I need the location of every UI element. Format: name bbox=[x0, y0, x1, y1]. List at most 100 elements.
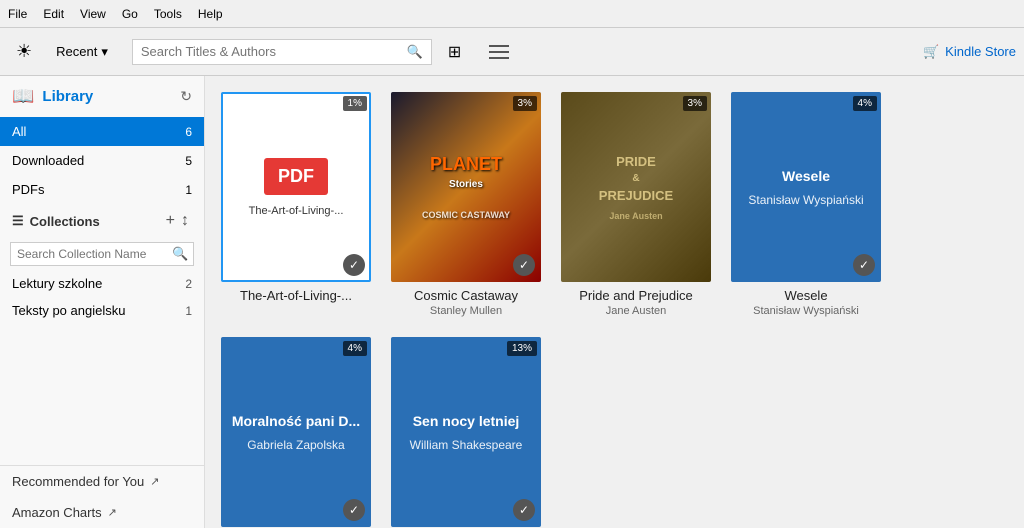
books-content: PDF The-Art-of-Living-... 1% ✓ The-Art-o… bbox=[205, 76, 1024, 528]
percent-badge-1: 3% bbox=[513, 96, 537, 111]
recommended-label: Recommended for You bbox=[12, 474, 144, 489]
menu-bar: File Edit View Go Tools Help bbox=[0, 0, 1024, 28]
external-link-icon: ↗ bbox=[150, 475, 159, 488]
book-cover-wrapper-wesele: Wesele Stanisław Wyspiański 4% ✓ bbox=[731, 92, 881, 282]
nav-all-label: All bbox=[12, 124, 26, 139]
percent-badge-0: 1% bbox=[343, 96, 367, 111]
theme-button[interactable]: ☀ bbox=[8, 37, 40, 66]
book-cover-moralnosc: Moralność pani D... Gabriela Zapolska bbox=[221, 337, 371, 527]
collection-search-icon: 🔍 bbox=[172, 246, 188, 262]
book-info-wesele: Wesele Stanisław Wyspiański bbox=[731, 288, 881, 317]
chevron-down-icon: ▾ bbox=[101, 44, 108, 60]
add-collection-button[interactable]: + bbox=[163, 212, 178, 230]
book-cover-author-moralnosc: Gabriela Zapolska bbox=[247, 438, 344, 452]
book-card-pdf[interactable]: PDF The-Art-of-Living-... 1% ✓ The-Art-o… bbox=[221, 92, 371, 317]
book-cover-author-sen: William Shakespeare bbox=[410, 438, 523, 452]
pdf-filename: The-Art-of-Living-... bbox=[241, 205, 352, 217]
refresh-icon[interactable]: ↻ bbox=[180, 88, 192, 105]
main-layout: 📖 Library ↻ All 6 Downloaded 5 PDFs 1 ☰ … bbox=[0, 76, 1024, 528]
menu-view[interactable]: View bbox=[80, 7, 106, 21]
book-icon: 📖 bbox=[12, 86, 34, 107]
book-author-wesele: Stanisław Wyspiański bbox=[731, 305, 881, 317]
nav-downloaded[interactable]: Downloaded 5 bbox=[0, 146, 204, 175]
check-badge-4: ✓ bbox=[343, 499, 365, 521]
collection-search-input[interactable] bbox=[17, 247, 172, 261]
book-info-pride: Pride and Prejudice Jane Austen bbox=[561, 288, 711, 317]
sort-collections-button[interactable]: ↕ bbox=[178, 212, 192, 230]
book-title-pride: Pride and Prejudice bbox=[561, 288, 711, 303]
book-card-pride[interactable]: PRIDE & PREJUDICE Jane Austen 3% Pride a… bbox=[561, 92, 711, 317]
book-cover-wrapper-pride: PRIDE & PREJUDICE Jane Austen 3% bbox=[561, 92, 711, 282]
check-badge-5: ✓ bbox=[513, 499, 535, 521]
nav-all[interactable]: All 6 bbox=[0, 117, 204, 146]
menu-tools[interactable]: Tools bbox=[154, 7, 182, 21]
book-card-wesele[interactable]: Wesele Stanisław Wyspiański 4% ✓ Wesele … bbox=[731, 92, 881, 317]
collection-lektury[interactable]: Lektury szkolne 2 bbox=[0, 270, 204, 297]
check-badge-0: ✓ bbox=[343, 254, 365, 276]
book-cover-wrapper-moralnosc: Moralność pani D... Gabriela Zapolska 4%… bbox=[221, 337, 371, 527]
menu-help[interactable]: Help bbox=[198, 7, 223, 21]
percent-badge-3: 4% bbox=[853, 96, 877, 111]
check-badge-3: ✓ bbox=[853, 254, 875, 276]
grid-icon: ⊞ bbox=[448, 42, 461, 62]
books-grid: PDF The-Art-of-Living-... 1% ✓ The-Art-o… bbox=[221, 92, 1008, 528]
search-input[interactable] bbox=[141, 44, 407, 59]
book-title-pdf: The-Art-of-Living-... bbox=[221, 288, 371, 303]
percent-badge-4: 4% bbox=[343, 341, 367, 356]
book-cover-wesele: Wesele Stanisław Wyspiański bbox=[731, 92, 881, 282]
book-cover-sen: Sen nocy letniej William Shakespeare bbox=[391, 337, 541, 527]
collection-teksty[interactable]: Teksty po angielsku 1 bbox=[0, 297, 204, 324]
nav-downloaded-label: Downloaded bbox=[12, 153, 84, 168]
kindle-store-link[interactable]: 🛒 Kindle Store bbox=[923, 44, 1016, 60]
sidebar: 📖 Library ↻ All 6 Downloaded 5 PDFs 1 ☰ … bbox=[0, 76, 205, 528]
book-card-cosmic[interactable]: PLANET Stories COSMIC CASTAWAY 3% ✓ Cosm… bbox=[391, 92, 541, 317]
collection-lektury-label: Lektury szkolne bbox=[12, 276, 102, 291]
book-cover-title-wesele: Wesele bbox=[782, 167, 830, 185]
book-author-pride: Jane Austen bbox=[561, 305, 711, 317]
search-box[interactable]: 🔍 bbox=[132, 39, 432, 65]
percent-badge-5: 13% bbox=[507, 341, 537, 356]
book-cover-wrapper-sen: Sen nocy letniej William Shakespeare 13%… bbox=[391, 337, 541, 527]
menu-toggle-button[interactable] bbox=[477, 37, 521, 67]
search-icon: 🔍 bbox=[407, 44, 423, 60]
book-cover-author-wesele: Stanisław Wyspiański bbox=[748, 193, 863, 207]
sidebar-bottom: Recommended for You ↗ Amazon Charts ↗ bbox=[0, 465, 204, 528]
menu-go[interactable]: Go bbox=[122, 7, 138, 21]
menu-file[interactable]: File bbox=[8, 7, 27, 21]
collection-search-box[interactable]: 🔍 bbox=[10, 242, 194, 266]
book-cover-wrapper-pdf: PDF The-Art-of-Living-... 1% ✓ bbox=[221, 92, 371, 282]
sun-icon: ☀ bbox=[16, 41, 32, 62]
collection-teksty-count: 1 bbox=[185, 304, 192, 318]
check-badge-1: ✓ bbox=[513, 254, 535, 276]
grid-view-button[interactable]: ⊞ bbox=[440, 38, 469, 66]
library-header: 📖 Library ↻ bbox=[0, 76, 204, 117]
book-info-cosmic: Cosmic Castaway Stanley Mullen bbox=[391, 288, 541, 317]
collections-label: Collections bbox=[30, 214, 163, 229]
book-cover-wrapper-cosmic: PLANET Stories COSMIC CASTAWAY 3% ✓ bbox=[391, 92, 541, 282]
book-cover-title-sen: Sen nocy letniej bbox=[413, 412, 520, 430]
nav-pdfs-count: 1 bbox=[185, 183, 192, 197]
nav-pdfs[interactable]: PDFs 1 bbox=[0, 175, 204, 204]
book-cover-cosmic: PLANET Stories COSMIC CASTAWAY bbox=[391, 92, 541, 282]
collection-lektury-count: 2 bbox=[185, 277, 192, 291]
cart-icon: 🛒 bbox=[923, 44, 939, 60]
nav-downloaded-count: 5 bbox=[185, 154, 192, 168]
amazon-charts-link[interactable]: Amazon Charts ↗ bbox=[0, 497, 204, 528]
book-card-sen[interactable]: Sen nocy letniej William Shakespeare 13%… bbox=[391, 337, 541, 528]
book-info-pdf: The-Art-of-Living-... bbox=[221, 288, 371, 303]
book-cover-title-moralnosc: Moralność pani D... bbox=[232, 412, 360, 430]
recent-label: Recent bbox=[56, 44, 97, 59]
book-cover-pdf: PDF The-Art-of-Living-... bbox=[221, 92, 371, 282]
book-cover-pride: PRIDE & PREJUDICE Jane Austen bbox=[561, 92, 711, 282]
menu-edit[interactable]: Edit bbox=[43, 7, 64, 21]
recent-button[interactable]: Recent ▾ bbox=[48, 40, 116, 64]
external-link-icon-2: ↗ bbox=[108, 506, 117, 519]
collections-header: ☰ Collections + ↕ bbox=[0, 204, 204, 238]
pdf-badge: PDF bbox=[264, 158, 328, 195]
nav-all-count: 6 bbox=[185, 125, 192, 139]
nav-pdfs-label: PDFs bbox=[12, 182, 45, 197]
book-card-moralnosc[interactable]: Moralność pani D... Gabriela Zapolska 4%… bbox=[221, 337, 371, 528]
recommended-link[interactable]: Recommended for You ↗ bbox=[0, 466, 204, 497]
collection-teksty-label: Teksty po angielsku bbox=[12, 303, 125, 318]
book-author-cosmic: Stanley Mullen bbox=[391, 305, 541, 317]
